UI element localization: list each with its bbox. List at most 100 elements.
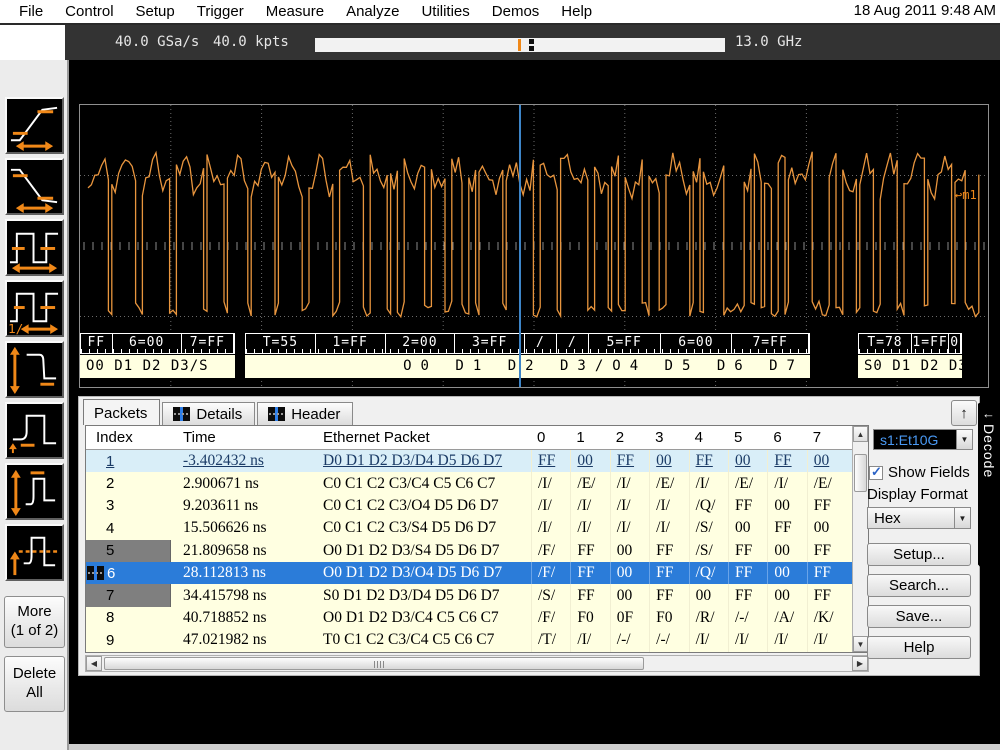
cell-byte-1: 00 xyxy=(570,450,609,472)
sidebar-top-spacer xyxy=(0,25,65,60)
save-button[interactable]: Save... xyxy=(867,605,971,628)
decode-source-dropdown[interactable]: s1:Et10G ▼ xyxy=(873,429,973,450)
cell-byte-1: FF xyxy=(570,562,609,584)
left-arrow-icon: ← xyxy=(982,406,995,421)
cell-byte-4: /I/ xyxy=(689,629,728,651)
cell-byte-2: /I/ xyxy=(610,472,649,494)
measure-frequency-button[interactable]: 1/ xyxy=(5,280,64,337)
measure-base-button[interactable] xyxy=(5,402,64,459)
scroll-down-arrow[interactable]: ▼ xyxy=(853,636,868,652)
cell-byte-4: /Q/ xyxy=(689,562,728,584)
table-row[interactable]: 415.506626 nsC0 C1 C2 C3/S4 D5 D6 D7/I//… xyxy=(86,517,852,539)
listing-tabs: Packets Details Header xyxy=(83,399,355,425)
show-fields-checkbox[interactable] xyxy=(869,466,883,480)
marker-m1[interactable]: ↩m1 xyxy=(955,188,977,202)
cell-byte-6: 00 xyxy=(767,495,806,517)
decode-listing-panel: Packets Details Header IndexTimeEthernet P… xyxy=(78,396,980,676)
cell-byte-2: 00 xyxy=(610,540,649,562)
tab-packets[interactable]: Packets xyxy=(83,399,160,425)
tab-header[interactable]: Header xyxy=(257,402,353,425)
menu-item-setup[interactable]: Setup xyxy=(125,1,186,22)
menu-item-measure[interactable]: Measure xyxy=(255,1,335,22)
base-level-icon xyxy=(7,404,62,457)
acquisition-status-bar: 40.0 GSa/s 40.0 kpts 13.0 GHz xyxy=(65,25,1000,60)
vscroll-thumb[interactable] xyxy=(854,454,867,492)
hscroll-thumb[interactable] xyxy=(104,657,644,670)
cell-byte-4: /I/ xyxy=(689,472,728,494)
dropdown-arrow-icon[interactable]: ▼ xyxy=(956,430,972,449)
cell-byte-7: /I/ xyxy=(807,629,846,651)
cell-byte-6: /I/ xyxy=(767,472,806,494)
tab-label: Packets xyxy=(94,405,147,422)
cell-time: 34.415798 ns xyxy=(171,584,317,606)
measure-average-button[interactable] xyxy=(5,524,64,581)
display-format-dropdown[interactable]: Hex ▼ xyxy=(867,507,971,529)
time-cursor[interactable] xyxy=(519,105,521,387)
measure-rise-time-button[interactable] xyxy=(5,97,64,154)
tab-label: Details xyxy=(196,406,242,423)
decode-segment-headers: T=781=FF0 xyxy=(858,333,962,354)
horizontal-position-slider[interactable] xyxy=(315,38,725,52)
menu-item-trigger[interactable]: Trigger xyxy=(186,1,255,22)
table-row[interactable]: 39.203611 nsC0 C1 C2 C3/O4 D5 D6 D7/I//I… xyxy=(86,495,852,517)
cell-byte-4: /S/ xyxy=(689,540,728,562)
scroll-up-arrow[interactable]: ▲ xyxy=(853,426,868,442)
scroll-left-arrow[interactable]: ◀ xyxy=(86,656,102,671)
cell-byte-4: /Q/ xyxy=(689,495,728,517)
measure-width-button[interactable] xyxy=(5,219,64,276)
table-row[interactable]: 840.718852 nsO0 D1 D2 D3/C4 C5 C6 C7/F/F… xyxy=(86,607,852,629)
table-horizontal-scrollbar[interactable]: ◀ ▶ xyxy=(85,655,869,672)
more-button[interactable]: More (1 of 2) xyxy=(4,596,65,648)
delete-all-button[interactable]: Delete All xyxy=(4,656,65,712)
bandwidth-readout: 13.0 GHz xyxy=(735,34,802,50)
table-header-row: IndexTimeEthernet Packet01234567 xyxy=(86,426,852,450)
table-row[interactable]: 628.112813 nsO0 D1 D2 D3/O4 D5 D6 D7/F/F… xyxy=(86,562,852,584)
table-row[interactable]: 521.809658 nsO0 D1 D2 D3/S4 D5 D6 D7/F/F… xyxy=(86,540,852,562)
menu-item-analyze[interactable]: Analyze xyxy=(335,1,410,22)
cell-byte-2: /I/ xyxy=(610,517,649,539)
menu-bar: FileControlSetupTriggerMeasureAnalyzeUti… xyxy=(0,0,1000,25)
decode-source-value: s1:Et10G xyxy=(874,432,956,448)
frequency-icon: 1/ xyxy=(7,282,62,335)
cell-index: 7 xyxy=(86,584,171,606)
collapse-panel-button[interactable]: ↑ xyxy=(951,400,977,426)
table-row[interactable]: 22.900671 nsC0 C1 C2 C3/C4 C5 C6 C7/I//E… xyxy=(86,472,852,494)
dropdown-arrow-icon[interactable]: ▼ xyxy=(954,508,970,528)
measure-fall-time-button[interactable] xyxy=(5,158,64,215)
cell-byte-0: /F/ xyxy=(531,540,570,562)
menu-item-file[interactable]: File xyxy=(8,1,54,22)
measure-top-button[interactable] xyxy=(5,463,64,520)
cell-packet: C0 C1 C2 C3/S4 D5 D6 D7 xyxy=(317,517,531,539)
menu-item-help[interactable]: Help xyxy=(550,1,603,22)
cell-index: 5 xyxy=(86,540,171,562)
menu-item-demos[interactable]: Demos xyxy=(481,1,551,22)
decode-segment-headers: T=551=FF2=003=FF//5=FF6=007=FF xyxy=(245,333,810,354)
fall-to-base-icon xyxy=(7,343,62,396)
cell-packet: O0 D1 D2 D3/S4 D5 D6 D7 xyxy=(317,540,531,562)
cell-packet: D0 D1 D2 D3/D4 D5 D6 D7 xyxy=(317,450,531,472)
cell-byte-4: /R/ xyxy=(689,607,728,629)
slider-position-marker[interactable] xyxy=(518,39,521,51)
table-row[interactable]: 1-3.402432 nsD0 D1 D2 D3/D4 D5 D6 D7FF00… xyxy=(86,450,852,472)
table-vertical-scrollbar[interactable]: ▲ ▼ xyxy=(852,426,868,652)
cell-time: 28.112813 ns xyxy=(171,562,317,584)
setup-button[interactable]: Setup... xyxy=(867,543,971,566)
tab-details[interactable]: Details xyxy=(162,402,255,425)
average-level-icon xyxy=(7,526,62,579)
decode-tick-ruler xyxy=(81,349,234,353)
menu-item-utilities[interactable]: Utilities xyxy=(410,1,480,22)
menu-item-control[interactable]: Control xyxy=(54,1,124,22)
scroll-right-arrow[interactable]: ▶ xyxy=(852,656,868,671)
help-button[interactable]: Help xyxy=(867,636,971,659)
cell-packet: T0 C1 C2 C3/C4 C5 C6 C7 xyxy=(317,629,531,651)
cell-byte-1: F0 xyxy=(570,607,609,629)
table-row[interactable]: 947.021982 nsT0 C1 C2 C3/C4 C5 C6 C7/T//… xyxy=(86,629,852,651)
decode-side-tab[interactable]: ← Decode xyxy=(978,392,1000,588)
cell-index: 8 xyxy=(86,607,171,629)
measure-fall-level-button[interactable] xyxy=(5,341,64,398)
search-button[interactable]: Search... xyxy=(867,574,971,597)
table-row[interactable]: 734.415798 nsS0 D1 D2 D3/D4 D5 D6 D7/S/F… xyxy=(86,584,852,606)
cell-byte-3: 00 xyxy=(649,450,688,472)
decode-tick-ruler xyxy=(246,349,809,353)
cell-byte-5: FF xyxy=(728,584,767,606)
